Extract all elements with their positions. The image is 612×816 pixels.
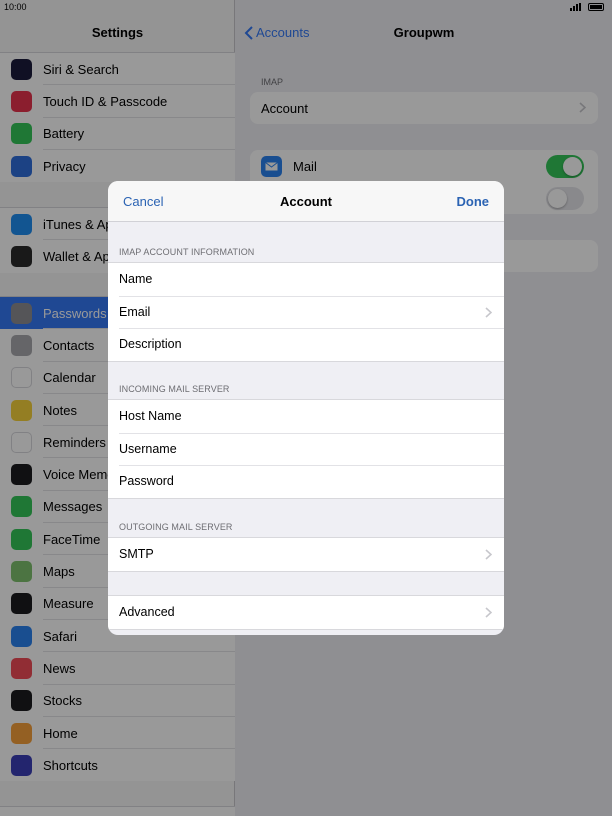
field-label: SMTP — [119, 547, 154, 562]
section-outgoing: SMTP — [108, 537, 504, 572]
advanced-row[interactable]: Advanced — [108, 596, 504, 629]
modal-title: Account — [280, 194, 332, 209]
smtp-row[interactable]: SMTP — [108, 538, 504, 571]
chevron-right-icon — [485, 306, 492, 318]
section-header-outgoing: OUTGOING MAIL SERVER — [119, 522, 233, 532]
chevron-right-icon — [485, 549, 492, 560]
name-field[interactable]: Name — [108, 263, 504, 296]
section-imap-info: Name Email Description — [108, 262, 504, 362]
section-header-incoming: INCOMING MAIL SERVER — [119, 384, 230, 394]
account-modal: Cancel Account Done IMAP ACCOUNT INFORMA… — [108, 181, 504, 635]
section-header-imap-info: IMAP ACCOUNT INFORMATION — [119, 247, 255, 257]
chevron-right-icon — [485, 607, 492, 618]
field-label: Host Name — [119, 409, 182, 424]
modal-nav-bar: Cancel Account Done — [108, 181, 504, 222]
done-button[interactable]: Done — [457, 194, 490, 209]
field-label: Name — [119, 272, 153, 287]
description-field[interactable]: Description — [108, 328, 504, 361]
field-label: Email — [119, 304, 151, 319]
email-field[interactable]: Email — [108, 295, 504, 329]
field-label: Description — [119, 337, 182, 352]
password-field[interactable]: Password — [108, 465, 504, 498]
username-field[interactable]: Username — [108, 432, 504, 466]
field-label: Username — [119, 441, 177, 456]
section-advanced: Advanced — [108, 595, 504, 630]
host-name-field[interactable]: Host Name — [108, 400, 504, 433]
field-label: Password — [119, 474, 174, 489]
section-incoming: Host Name Username Password — [108, 399, 504, 499]
field-label: Advanced — [119, 605, 175, 620]
